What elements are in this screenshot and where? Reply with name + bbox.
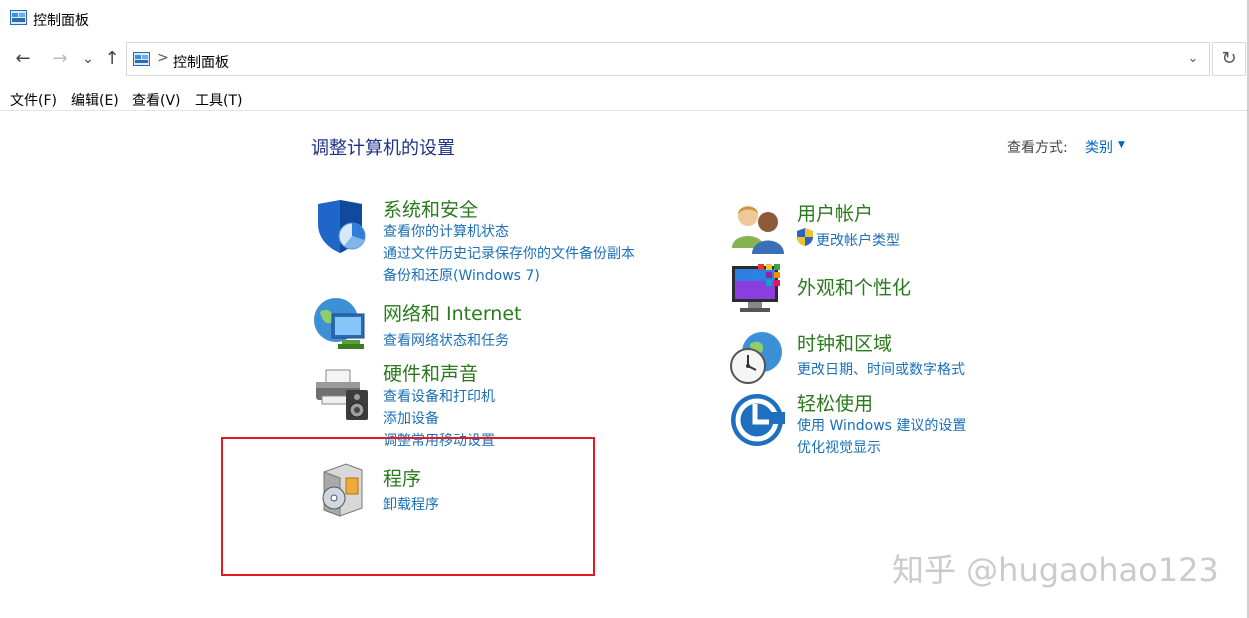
link-view-computer-status[interactable]: 查看你的计算机状态 (383, 221, 509, 241)
highlight-annotation-box (221, 437, 595, 576)
address-row: ← → ⌄ ↑ > 控制面板 ⌄ (0, 40, 1249, 82)
control-panel-icon (133, 52, 150, 66)
menu-file[interactable]: 文件(F) (10, 90, 57, 110)
watermark-text: 知乎 @hugaohao123 (892, 551, 1219, 589)
link-change-account-type[interactable]: 更改帐户类型 (816, 230, 900, 250)
view-by-dropdown[interactable]: 类别 (1085, 137, 1113, 157)
link-file-history-backup[interactable]: 通过文件历史记录保存你的文件备份副本 (383, 243, 635, 263)
address-bar[interactable]: > 控制面板 ⌄ (126, 42, 1210, 76)
menu-view[interactable]: 查看(V) (132, 90, 181, 110)
appearance-monitor-icon[interactable] (730, 262, 786, 318)
menu-bar: 文件(F) 编辑(E) 查看(V) 工具(T) (0, 86, 1249, 111)
link-backup-restore[interactable]: 备份和还原(Windows 7) (383, 265, 540, 285)
printer-speaker-icon[interactable] (314, 366, 370, 422)
link-add-device[interactable]: 添加设备 (383, 408, 439, 428)
category-ease-of-access[interactable]: 轻松使用 (797, 389, 873, 416)
category-user-accounts[interactable]: 用户帐户 (797, 199, 873, 226)
chevron-down-icon[interactable]: ▼ (1118, 140, 1125, 150)
clock-globe-icon[interactable] (728, 330, 784, 386)
category-appearance[interactable]: 外观和个性化 (797, 273, 911, 300)
up-button[interactable]: ↑ (101, 48, 123, 70)
link-network-status[interactable]: 查看网络状态和任务 (383, 330, 509, 350)
uac-shield-icon (797, 228, 813, 246)
refresh-button[interactable]: ↻ (1212, 42, 1246, 76)
address-dropdown-button[interactable]: ⌄ (1183, 49, 1203, 69)
back-button[interactable]: ← (12, 48, 34, 70)
user-accounts-icon[interactable] (730, 200, 786, 256)
view-by-label: 查看方式: (1007, 140, 1068, 156)
category-system-security[interactable]: 系统和安全 (383, 195, 478, 222)
breadcrumb-control-panel[interactable]: 控制面板 (173, 52, 229, 72)
shield-icon[interactable] (314, 198, 370, 254)
recent-locations-button[interactable]: ⌄ (77, 48, 99, 70)
menu-tools[interactable]: 工具(T) (195, 90, 242, 110)
category-clock-region[interactable]: 时钟和区域 (797, 329, 892, 356)
window-title: 控制面板 (33, 13, 89, 29)
link-recommended-settings[interactable]: 使用 Windows 建议的设置 (797, 415, 966, 435)
menu-edit[interactable]: 编辑(E) (71, 90, 119, 110)
category-hardware-sound[interactable]: 硬件和声音 (383, 359, 478, 386)
link-devices-printers[interactable]: 查看设备和打印机 (383, 386, 495, 406)
link-optimize-visual-display[interactable]: 优化视觉显示 (797, 437, 881, 457)
page-title: 调整计算机的设置 (311, 138, 455, 159)
network-globe-icon[interactable] (312, 296, 368, 352)
link-change-date-time-format[interactable]: 更改日期、时间或数字格式 (797, 359, 965, 379)
breadcrumb-separator[interactable]: > (157, 50, 169, 66)
control-panel-icon (10, 10, 27, 25)
ease-of-access-icon[interactable] (729, 392, 785, 448)
title-bar: 控制面板 (0, 0, 1249, 40)
category-network-internet[interactable]: 网络和 Internet (383, 299, 521, 326)
forward-button[interactable]: → (49, 48, 71, 70)
